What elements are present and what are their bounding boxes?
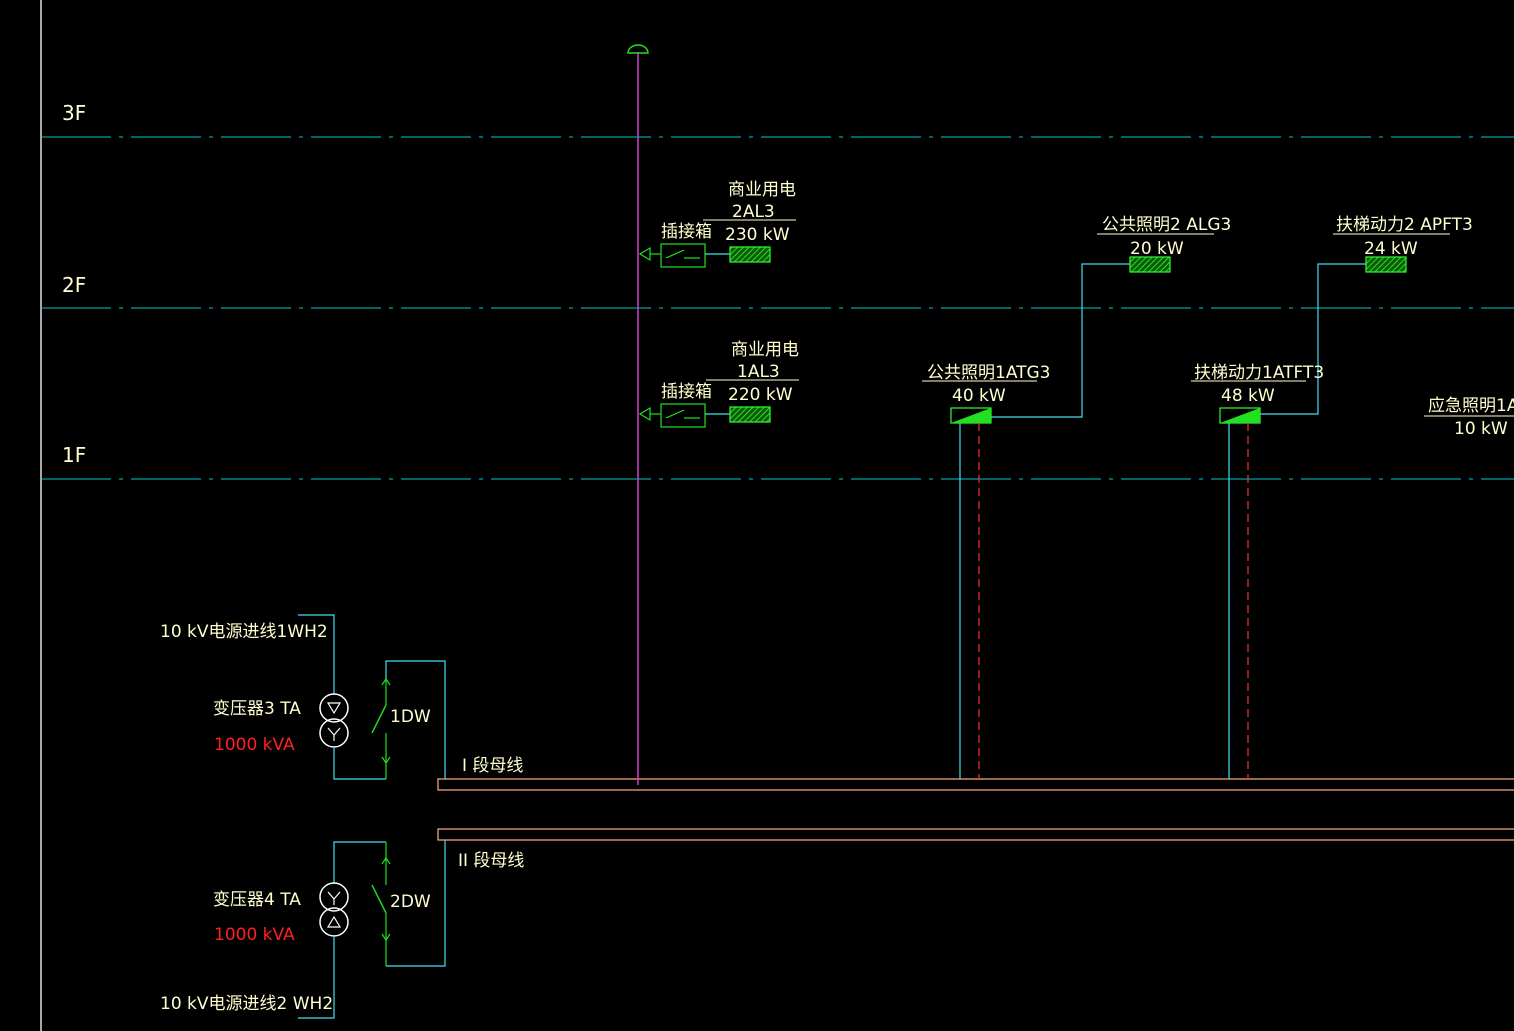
ate3-label: 应急照明1ATE3	[1428, 396, 1514, 416]
load-2al3-code: 2AL3	[732, 202, 775, 222]
alg3-label: 公共照明2 ALG3	[1102, 215, 1231, 235]
transformer-4-icon	[319, 882, 349, 937]
breaker-1dw-icon	[371, 677, 391, 779]
apft3-label: 扶梯动力2 APFT3	[1336, 215, 1473, 235]
distribution-box-apft3	[1365, 256, 1407, 273]
breaker-2dw-label: 2DW	[390, 892, 431, 912]
distribution-box-2al3	[729, 246, 771, 263]
floor-label-3f: 3F	[62, 101, 86, 125]
load-2al3-power: 230 kW	[725, 225, 790, 245]
transformer-3-rating: 1000 kVA	[214, 735, 295, 755]
busway-end-cap-icon	[627, 44, 649, 54]
plug-arrow-icon	[638, 246, 651, 262]
transformer-3-name: 变压器3 TA	[213, 699, 301, 719]
atg3-power: 40 kW	[952, 386, 1006, 406]
atft3-label: 扶梯动力1ATFT3	[1194, 363, 1324, 383]
ate3-power: 10 kW	[1454, 419, 1508, 439]
breaker-2dw-top-wire	[333, 841, 386, 884]
plug-box-2f	[638, 243, 771, 268]
breaker-2dw-icon	[371, 842, 391, 966]
electrical-riser-diagram: 3F 2F 1F I 段母线 II 段母线 插接箱 商业用电 2AL3 230 …	[40, 0, 1514, 1031]
switch-icon	[665, 249, 685, 259]
transfer-switch-atg3	[950, 407, 992, 424]
floor-label-2f: 2F	[62, 273, 86, 297]
plug-box-1f-label: 插接箱	[661, 382, 712, 402]
breaker-1dw-label: 1DW	[390, 707, 431, 727]
apft3-power: 24 kW	[1364, 239, 1418, 259]
transformer-3-icon	[319, 693, 349, 748]
atg3-to-alg3-wire	[991, 263, 1130, 418]
busbar-1-label: I 段母线	[462, 756, 523, 776]
transfer-switch-atft3	[1219, 407, 1261, 424]
distribution-box-1al3	[729, 406, 771, 423]
incomer-1-secondary-wire	[333, 747, 386, 780]
floor-label-1f: 1F	[62, 443, 86, 467]
atft3-to-apft3-wire	[1260, 263, 1366, 415]
plug-arrow-icon	[638, 406, 651, 422]
transformer-4-rating: 1000 kVA	[214, 925, 295, 945]
busbar-2	[437, 828, 1514, 841]
switch-icon	[665, 409, 685, 419]
atg3-label: 公共照明1ATG3	[927, 363, 1051, 383]
load-1al3-power: 220 kW	[728, 385, 793, 405]
incomer-1-label: 10 kV电源进线1WH2	[160, 622, 328, 642]
busbar-1	[437, 778, 1514, 791]
load-1al3-code: 1AL3	[737, 362, 780, 382]
atft3-power: 48 kW	[1221, 386, 1275, 406]
transformer-4-name: 变压器4 TA	[213, 890, 301, 910]
alg3-power: 20 kW	[1130, 239, 1184, 259]
incomer-2-label: 10 kV电源进线2 WH2	[160, 994, 333, 1014]
plug-box-1f	[638, 403, 771, 428]
distribution-box-alg3	[1129, 256, 1171, 273]
busbar-2-label: II 段母线	[458, 851, 524, 871]
plug-box-2f-label: 插接箱	[661, 222, 712, 242]
load-1al3-name: 商业用电	[731, 340, 799, 360]
load-2al3-name: 商业用电	[728, 180, 796, 200]
